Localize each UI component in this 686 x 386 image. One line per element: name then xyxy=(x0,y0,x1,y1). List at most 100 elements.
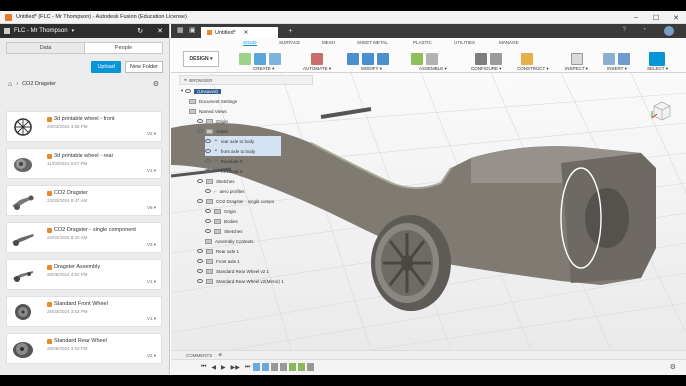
tree-node[interactable]: Standard Rear Wheel v2 1 xyxy=(197,266,269,276)
tree-node[interactable]: Joints xyxy=(197,126,228,136)
configure-menu[interactable]: CONFIGURE ▾ xyxy=(471,66,502,72)
version-badge[interactable]: V3 ▾ xyxy=(147,242,156,248)
insert-derive-icon[interactable] xyxy=(603,53,615,65)
eye-icon[interactable] xyxy=(197,119,203,123)
close-button[interactable]: ✕ xyxy=(666,11,686,24)
table-icon[interactable] xyxy=(490,53,502,65)
previous-step-icon[interactable]: ◀ xyxy=(211,364,216,371)
assemble-menu[interactable]: ASSEMBLE ▾ xyxy=(419,66,447,72)
tree-node[interactable]: Document Settings xyxy=(189,96,237,106)
browser-root[interactable]: ▾ (Unsaved) xyxy=(181,86,222,96)
tab-plastic[interactable]: PLASTIC xyxy=(413,40,432,45)
tab-utilities[interactable]: UTILITIES xyxy=(454,40,475,45)
fillet-icon[interactable] xyxy=(362,53,374,65)
gear-icon[interactable]: ⚙ xyxy=(153,80,159,88)
eye-icon[interactable] xyxy=(205,169,211,173)
eye-icon[interactable] xyxy=(197,259,203,263)
tab-data[interactable]: Data xyxy=(7,43,85,53)
last-step-icon[interactable]: ⏭ xyxy=(245,364,250,371)
save-icon[interactable]: ▣ xyxy=(189,26,196,34)
eye-icon[interactable] xyxy=(197,129,203,133)
comments-bar[interactable]: COMMENTS ⊕ xyxy=(171,350,686,359)
list-item[interactable]: Standard Rear Wheel 26/09/2024 3:53 PM V… xyxy=(6,333,162,364)
tree-node[interactable]: ⚭ rear axle to body xyxy=(205,136,281,146)
eye-icon[interactable] xyxy=(205,219,211,223)
close-panel-icon[interactable]: ✕ xyxy=(157,27,163,35)
timeline-settings-icon[interactable]: ⚙ xyxy=(670,363,676,371)
tree-node[interactable]: Origin xyxy=(197,116,228,126)
close-tab-icon[interactable]: ✕ xyxy=(244,30,249,36)
tree-node[interactable]: ⟳ Revolute 3 xyxy=(205,156,242,166)
app-grid-icon[interactable] xyxy=(4,28,10,34)
plane-icon[interactable] xyxy=(521,53,533,65)
tab-people[interactable]: People xyxy=(85,43,162,53)
modify-menu[interactable]: MODIFY ▾ xyxy=(361,66,382,72)
eye-icon[interactable] xyxy=(197,179,203,183)
tree-node[interactable]: Assembly Contexts xyxy=(205,236,254,246)
measure-icon[interactable] xyxy=(571,53,583,65)
eye-icon[interactable] xyxy=(205,149,211,153)
new-folder-button[interactable]: New Folder xyxy=(124,61,163,73)
timeline-feature[interactable] xyxy=(307,363,314,371)
timeline-feature[interactable] xyxy=(271,363,278,371)
play-icon[interactable]: ▶ xyxy=(221,364,226,371)
next-step-icon[interactable]: ▶▶ xyxy=(231,364,240,371)
breadcrumb-folder[interactable]: CO2 Dragster xyxy=(22,81,56,87)
automate-icon[interactable] xyxy=(311,53,323,65)
tab-sheet-metal[interactable]: SHEET METAL xyxy=(357,40,388,45)
version-badge[interactable]: V2 ▾ xyxy=(147,353,156,359)
eye-icon[interactable] xyxy=(197,199,203,203)
tree-node[interactable]: Origin xyxy=(205,206,236,216)
sketch-icon[interactable] xyxy=(254,53,266,65)
tree-node[interactable]: CO2 Dragster - single compo xyxy=(197,196,274,206)
insert-image-icon[interactable] xyxy=(618,53,630,65)
list-item[interactable]: CO2 Dragster - single component 22/03/20… xyxy=(6,222,162,253)
eye-icon[interactable] xyxy=(197,249,203,253)
first-step-icon[interactable]: ⏮ xyxy=(201,364,206,371)
tree-node[interactable]: ⟳ Revolute 4 xyxy=(205,166,242,176)
timeline-feature[interactable] xyxy=(253,363,260,371)
collapse-icon[interactable]: ◂ xyxy=(184,77,186,83)
version-badge[interactable]: V1 ▾ xyxy=(147,316,156,322)
tree-node[interactable]: Rear axle 1 xyxy=(197,246,239,256)
joint-icon[interactable] xyxy=(411,53,423,65)
eye-icon[interactable] xyxy=(205,229,211,233)
tree-node[interactable]: ⚭ front axle to body xyxy=(205,146,281,156)
automate-menu[interactable]: AUTOMATE ▾ xyxy=(303,66,331,72)
tab-manage[interactable]: MANAGE xyxy=(499,40,519,45)
version-badge[interactable]: V6 ▾ xyxy=(147,205,156,211)
comments-add-icon[interactable]: ⊕ xyxy=(218,352,222,358)
team-dropdown-icon[interactable]: ▾ xyxy=(72,28,75,34)
inspect-menu[interactable]: INSPECT ▾ xyxy=(565,66,588,72)
eye-icon[interactable] xyxy=(205,189,211,193)
eye-icon[interactable] xyxy=(197,269,203,273)
tab-mesh[interactable]: MESH xyxy=(322,40,335,45)
version-badge[interactable]: V1 ▾ xyxy=(147,279,156,285)
help-icon[interactable]: ? xyxy=(623,27,626,33)
construct-menu[interactable]: CONSTRUCT ▾ xyxy=(517,66,549,72)
eye-icon[interactable] xyxy=(205,209,211,213)
grid-menu-icon[interactable]: ▦ xyxy=(177,26,184,34)
tab-solid[interactable]: SOLID xyxy=(243,40,257,46)
insert-menu[interactable]: INSERT ▾ xyxy=(607,66,627,72)
rigid-group-icon[interactable] xyxy=(426,53,438,65)
list-item[interactable]: Dragster Assembly 26/09/2024 4:52 PM V1 … xyxy=(6,259,162,290)
canvas-viewport[interactable]: ◂ BROWSER ▾ (Unsaved) Document Settings N… xyxy=(171,73,686,350)
list-item[interactable]: CO2 Dragster 22/03/2024 8:47 AM V6 ▾ xyxy=(6,185,162,216)
home-icon[interactable]: ⌂ xyxy=(8,81,12,88)
tree-node[interactable]: Bodies xyxy=(205,216,238,226)
minimize-button[interactable]: – xyxy=(626,11,646,24)
tree-node[interactable]: Front axle 1 xyxy=(197,256,240,266)
maximize-button[interactable]: ☐ xyxy=(646,11,666,24)
viewcube-icon[interactable] xyxy=(649,98,675,124)
version-badge[interactable]: V2 ▾ xyxy=(147,131,156,137)
tree-node[interactable]: ⌐ aero profiles xyxy=(205,186,244,196)
document-tab[interactable]: Untitled* ✕ xyxy=(201,27,279,38)
tab-surface[interactable]: SURFACE xyxy=(279,40,300,45)
version-badge[interactable]: V1 ▾ xyxy=(147,168,156,174)
select-menu[interactable]: SELECT ▾ xyxy=(647,66,668,72)
eye-icon[interactable] xyxy=(205,139,211,143)
tree-node[interactable]: Standard Rear Wheel v2(Mirror) 1 xyxy=(197,276,284,286)
workspace-switcher[interactable]: DESIGN ▾ xyxy=(183,51,219,67)
list-item[interactable]: 3d printable wheel - front 20/03/2024 3:… xyxy=(6,111,162,142)
